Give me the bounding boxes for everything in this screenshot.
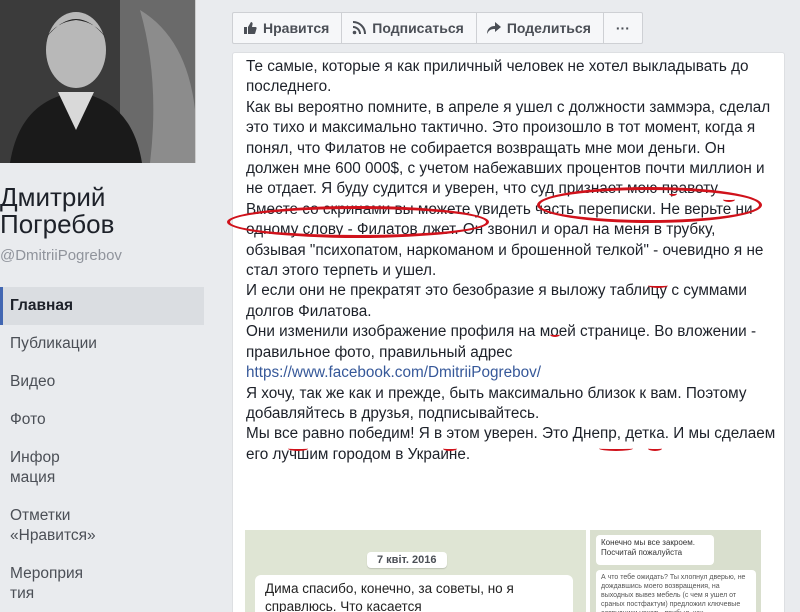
more-dots-icon: ··· [615,20,630,36]
chat-message: А что тебе ожидать? Ты хлопнул дверью, н… [596,570,756,612]
left-column: Дмитрий Погребов @DmitriiPogrebov Главна… [0,0,214,612]
nav-item-home[interactable]: Главная [0,287,204,325]
share-arrow-icon [486,22,501,34]
profile-link[interactable]: https://www.facebook.com/DmitriiPogrebov… [246,364,541,381]
post-paragraph-6: Я хочу, так же как и прежде, быть максим… [246,384,747,422]
subscribe-button[interactable]: Подписаться [341,12,476,44]
post-paragraph-5: Они изменили изображение профиля на моей… [246,323,757,361]
chat-date-badge: 7 квіт. 2016 [367,552,447,568]
chat-screenshot-2[interactable]: Конечно мы все закроем. Посчитай пожалуй… [590,530,761,612]
nav-item-videos[interactable]: Видео [0,363,204,401]
nav-item-events[interactable]: Мероприятия [0,555,95,612]
chat-screenshot-1[interactable]: 7 квіт. 2016 Дима спасибо, конечно, за с… [245,530,586,612]
like-button-label: Нравится [263,20,330,36]
chat-message: Дима спасибо, конечно, за советы, но я с… [255,575,573,612]
page-title-line2: Погребов [0,209,115,239]
like-button[interactable]: Нравится [232,12,342,44]
page-nav: Главная Публикации Видео Фото Информация… [0,287,204,612]
nav-item-info[interactable]: Информация [0,439,80,497]
nav-item-likes[interactable]: Отметки «Нравится» [0,497,110,555]
share-button-label: Поделиться [506,20,591,36]
post-paragraph-2: Как вы вероятно помните, в апреле я ушел… [246,98,771,198]
nav-item-posts[interactable]: Публикации [0,325,204,363]
profile-photo[interactable] [0,0,196,163]
page-title[interactable]: Дмитрий Погребов [0,184,210,238]
profile-photo-image [0,0,195,163]
attached-screenshots: 7 квіт. 2016 Дима спасибо, конечно, за с… [245,530,761,612]
subscribe-button-label: Подписаться [372,20,464,36]
post-paragraph-1: Те самые, которые я как приличный челове… [246,58,749,96]
thumbs-up-icon [244,22,257,34]
page-title-line1: Дмитрий [0,182,106,212]
nav-item-photos[interactable]: Фото [0,401,204,439]
page-handle[interactable]: @DmitriiPogrebov [0,247,122,264]
rss-icon [352,21,367,35]
chat-message: Конечно мы все закроем. Посчитай пожалуй… [596,535,714,565]
more-options-button[interactable]: ··· [602,12,643,44]
post-card: Те самые, которые я как приличный челове… [227,52,785,612]
page-action-bar: Нравится Подписаться Поделиться ··· [232,12,643,44]
post-body: Те самые, которые я как приличный челове… [246,57,776,465]
share-button[interactable]: Поделиться [475,12,603,44]
post-paragraph-3: Вместе со скринами вы можете увидеть час… [246,200,764,280]
post-paragraph-4: И если они не прекратят это безобразие я… [246,282,747,320]
post-paragraph-7: Мы все равно победим! Я в этом уверен. Э… [246,425,776,463]
